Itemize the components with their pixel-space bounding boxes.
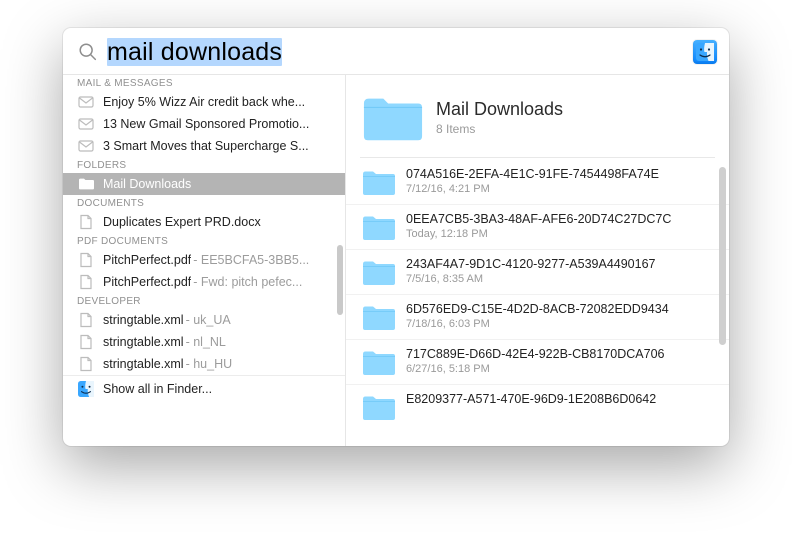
folder-item[interactable]: 074A516E-2EFA-4E1C-91FE-7454498FA74E 7/12…	[346, 160, 729, 205]
sidebar-scrollbar[interactable]	[337, 245, 343, 315]
folder-item[interactable]: 6D576ED9-C15E-4D2D-8ACB-72082EDD9434 7/18…	[346, 295, 729, 340]
doc-icon	[77, 214, 95, 230]
doc-icon	[77, 312, 95, 328]
folder-icon	[362, 304, 396, 332]
result-row[interactable]: Duplicates Expert PRD.docx	[63, 211, 345, 233]
result-suffix: - Fwd: pitch pefec...	[193, 275, 302, 289]
show-all-in-finder[interactable]: Show all in Finder...	[63, 375, 345, 401]
section-header: FOLDERS	[63, 157, 345, 173]
folder-item[interactable]: E8209377-A571-470E-96D9-1E208B6D0642	[346, 385, 729, 429]
section-header: MAIL & MESSAGES	[63, 75, 345, 91]
result-row[interactable]: PitchPerfect.pdf - Fwd: pitch pefec...	[63, 271, 345, 293]
section-header: DOCUMENTS	[63, 195, 345, 211]
search-icon	[77, 41, 99, 63]
item-date: Today, 12:18 PM	[406, 228, 671, 240]
result-label: stringtable.xml	[103, 357, 184, 371]
result-label: stringtable.xml	[103, 335, 184, 349]
search-query: mail downloads	[107, 38, 282, 66]
results-sidebar: MAIL & MESSAGES Enjoy 5% Wizz Air credit …	[63, 75, 346, 446]
item-name: 0EEA7CB5-3BA3-48AF-AFE6-20D74C27DC7C	[406, 212, 671, 226]
item-name: E8209377-A571-470E-96D9-1E208B6D0642	[406, 392, 656, 406]
pdf-icon	[77, 252, 95, 268]
item-name: 074A516E-2EFA-4E1C-91FE-7454498FA74E	[406, 167, 659, 181]
preview-scrollbar[interactable]	[719, 167, 726, 345]
doc-icon	[77, 356, 95, 372]
result-label: Mail Downloads	[103, 177, 191, 191]
preview-pane: Mail Downloads 8 Items 074A516E-2EFA-4E1…	[346, 75, 729, 446]
preview-title: Mail Downloads	[436, 100, 563, 120]
search-input[interactable]: mail downloads	[107, 40, 693, 65]
mail-icon	[77, 116, 95, 132]
result-suffix: - hu_HU	[186, 357, 233, 371]
result-row[interactable]: 13 New Gmail Sponsored Promotio...	[63, 113, 345, 135]
result-label: stringtable.xml	[103, 313, 184, 327]
finder-app-icon	[693, 40, 717, 64]
item-name: 6D576ED9-C15E-4D2D-8ACB-72082EDD9434	[406, 302, 669, 316]
folder-icon	[362, 394, 396, 422]
result-row[interactable]: 3 Smart Moves that Supercharge S...	[63, 135, 345, 157]
result-row[interactable]: Mail Downloads	[63, 173, 345, 195]
item-date: 7/18/16, 6:03 PM	[406, 318, 669, 330]
show-all-label: Show all in Finder...	[103, 382, 212, 396]
result-row[interactable]: stringtable.xml - nl_NL	[63, 331, 345, 353]
folder-icon	[362, 214, 396, 242]
folder-icon	[77, 176, 95, 192]
result-label: PitchPerfect.pdf	[103, 253, 191, 267]
finder-icon	[77, 381, 95, 397]
folder-item[interactable]: 717C889E-D66D-42E4-922B-CB8170DCA706 6/27…	[346, 340, 729, 385]
doc-icon	[77, 334, 95, 350]
item-date: 6/27/16, 5:18 PM	[406, 363, 665, 375]
result-row[interactable]: stringtable.xml - uk_UA	[63, 309, 345, 331]
search-bar: mail downloads	[63, 28, 729, 74]
mail-icon	[77, 94, 95, 110]
item-date: 7/12/16, 4:21 PM	[406, 183, 659, 195]
folder-icon	[362, 93, 424, 143]
result-row[interactable]: Enjoy 5% Wizz Air credit back whe...	[63, 91, 345, 113]
folder-item[interactable]: 243AF4A7-9D1C-4120-9277-A539A4490167 7/5/…	[346, 250, 729, 295]
result-label: PitchPerfect.pdf	[103, 275, 191, 289]
result-suffix: - EE5BCFA5-3BB5...	[193, 253, 309, 267]
pdf-icon	[77, 274, 95, 290]
mail-icon	[77, 138, 95, 154]
section-header: DEVELOPER	[63, 293, 345, 309]
folder-item[interactable]: 0EEA7CB5-3BA3-48AF-AFE6-20D74C27DC7C Toda…	[346, 205, 729, 250]
result-label: 13 New Gmail Sponsored Promotio...	[103, 117, 309, 131]
result-row[interactable]: PitchPerfect.pdf - EE5BCFA5-3BB5...	[63, 249, 345, 271]
item-date: 7/5/16, 8:35 AM	[406, 273, 656, 285]
result-suffix: - uk_UA	[186, 313, 231, 327]
folder-icon	[362, 349, 396, 377]
spotlight-window: mail downloads MAIL & MESSAGES Enjoy 5% W…	[63, 28, 729, 446]
folder-icon	[362, 169, 396, 197]
section-header: PDF DOCUMENTS	[63, 233, 345, 249]
item-name: 243AF4A7-9D1C-4120-9277-A539A4490167	[406, 257, 656, 271]
result-row[interactable]: stringtable.xml - hu_HU	[63, 353, 345, 375]
folder-icon	[362, 259, 396, 287]
result-label: Enjoy 5% Wizz Air credit back whe...	[103, 95, 305, 109]
result-suffix: - nl_NL	[186, 335, 226, 349]
result-label: 3 Smart Moves that Supercharge S...	[103, 139, 309, 153]
preview-subtitle: 8 Items	[436, 122, 563, 136]
result-label: Duplicates Expert PRD.docx	[103, 215, 261, 229]
item-name: 717C889E-D66D-42E4-922B-CB8170DCA706	[406, 347, 665, 361]
